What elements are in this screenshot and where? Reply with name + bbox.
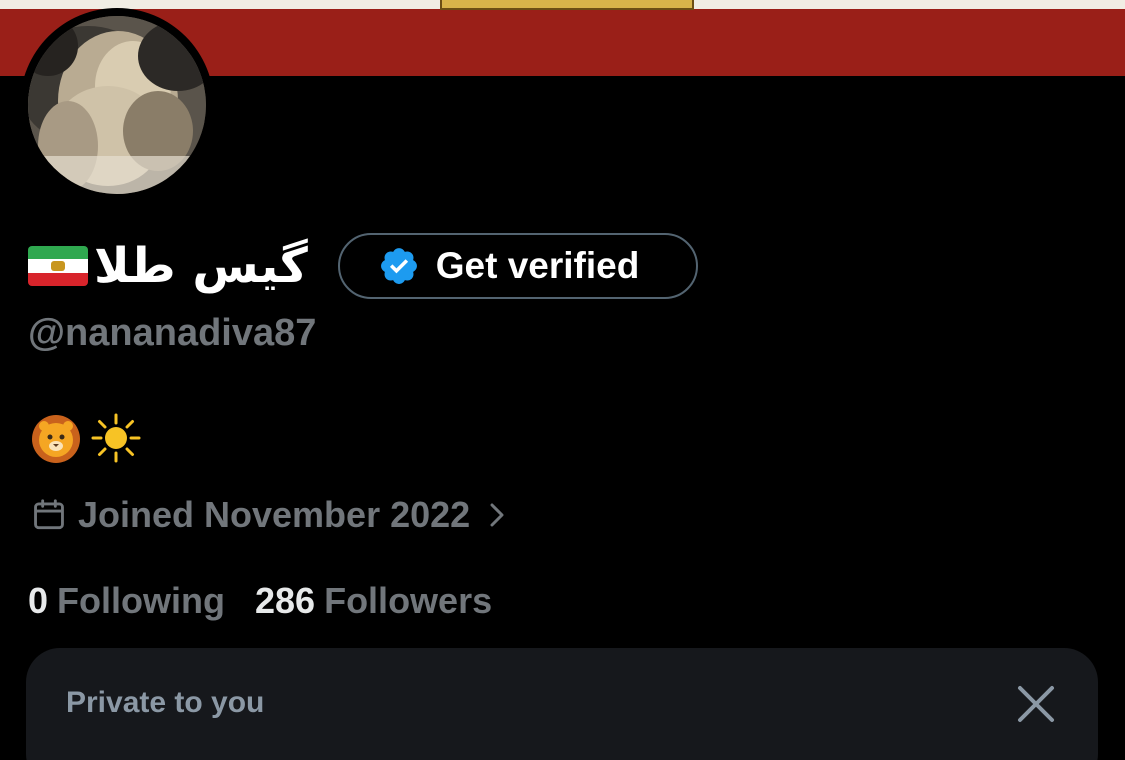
private-card-title: Private to you [66, 686, 265, 719]
iran-flag-icon [28, 246, 88, 286]
name-row: گیس طلا Get verified [28, 226, 698, 306]
joined-date[interactable]: Joined November 2022 [30, 494, 508, 536]
verified-badge-icon [380, 248, 417, 284]
get-verified-label: Get verified [435, 245, 640, 286]
followers-link[interactable]: 286 Followers [255, 580, 492, 622]
calendar-icon [34, 499, 64, 530]
profile-page: گیس طلا Get verified @nananadiva87 Joine… [0, 0, 1125, 760]
avatar-photo [28, 16, 206, 194]
followers-count: 286 [255, 580, 316, 621]
bio [30, 412, 150, 464]
banner-plaque [440, 0, 694, 10]
follow-stats: 0 Following 286 Followers [28, 580, 522, 622]
private-to-you-card: Private to you [26, 648, 1098, 760]
lion-face-icon [32, 415, 80, 463]
following-label: Following [57, 580, 225, 621]
chevron-right-icon [490, 503, 504, 527]
close-icon[interactable] [1016, 684, 1056, 724]
followers-label: Followers [324, 580, 493, 621]
username-handle: @nananadiva87 [28, 312, 317, 354]
following-count: 0 [28, 580, 49, 621]
avatar[interactable] [28, 16, 206, 194]
joined-text: Joined November 2022 [78, 494, 471, 535]
following-link[interactable]: 0 Following [28, 580, 225, 622]
get-verified-button[interactable]: Get verified [337, 233, 698, 299]
display-name: گیس طلا [94, 238, 308, 294]
sun-icon [91, 413, 141, 463]
